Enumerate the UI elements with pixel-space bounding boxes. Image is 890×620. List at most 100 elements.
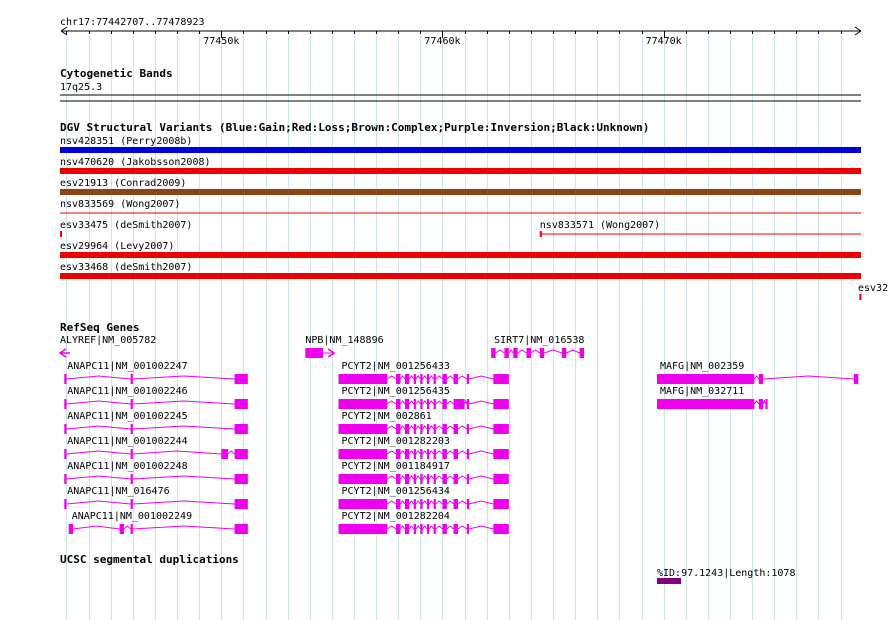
gene-exon	[433, 474, 436, 484]
gene-label: PCYT2|NM_001256435	[342, 386, 450, 397]
dgv-feature-label: nsv428351 (Perry2008b)	[60, 136, 192, 147]
gene-intron	[400, 425, 406, 430]
gene-exon	[64, 399, 67, 409]
gene-exon	[765, 399, 768, 409]
gene-intron	[468, 525, 494, 530]
gene-intron	[408, 475, 415, 480]
gene-exon	[513, 348, 518, 358]
gene-intron	[408, 525, 415, 530]
gene-label: PCYT2|NM_001282203	[342, 436, 450, 447]
dgv-feature-label: nsv470620 (Jakobsson2008)	[60, 157, 211, 168]
dgv-feature-label: esv32	[858, 283, 888, 294]
gene-label: MAFG|NM_002359	[660, 361, 744, 372]
gene-exon	[453, 499, 458, 509]
gene-intron	[400, 400, 406, 405]
gene-intron	[446, 525, 454, 530]
gene-intron	[495, 349, 505, 354]
gene-exon	[442, 499, 447, 509]
gene-intron	[415, 500, 421, 505]
gene-exon	[493, 424, 509, 434]
gene-exon	[64, 499, 67, 509]
gene-exon	[338, 524, 388, 534]
gene-exon	[130, 374, 133, 384]
gene-exon	[426, 374, 430, 384]
gene-intron	[386, 525, 397, 530]
gene-intron	[422, 375, 428, 380]
gene-exon	[234, 424, 248, 434]
segdup-bar	[657, 578, 682, 584]
gene-exon	[539, 348, 545, 358]
gene-exon	[130, 449, 133, 459]
gene-intron	[66, 425, 131, 430]
gene-exon	[130, 499, 133, 509]
gene-exon	[466, 524, 470, 534]
gene-exon	[426, 524, 430, 534]
gene-exon	[396, 449, 401, 459]
gene-exon	[234, 374, 248, 384]
gene-exon	[420, 449, 423, 459]
gene-intron	[428, 450, 435, 455]
gene-intron	[386, 450, 397, 455]
gene-intron	[428, 500, 435, 505]
gene-intron	[446, 475, 454, 480]
gene-exon	[758, 399, 764, 409]
gene-intron	[468, 375, 494, 380]
gene-exon	[442, 399, 447, 409]
location-label: chr17:77442707..77478923	[60, 17, 205, 28]
gene-intron	[400, 525, 406, 530]
gene-intron	[428, 475, 435, 480]
gene-intron	[66, 450, 131, 455]
gene-intron	[422, 475, 428, 480]
gene-intron	[66, 400, 131, 405]
gene-exon	[396, 499, 401, 509]
gene-exon	[453, 524, 458, 534]
ruler: chr17:77442707..77478923 77450k 77460k 774…	[60, 17, 862, 47]
gene-exon	[433, 399, 436, 409]
gene-exon	[453, 399, 465, 409]
gene-label: ANAPC11|NM_001002248	[67, 461, 187, 472]
gene-label: ANAPC11|NM_001002246	[67, 386, 187, 397]
gene-exon	[426, 474, 430, 484]
gene-exon	[338, 424, 388, 434]
dgv-feature-bar	[60, 147, 861, 153]
gene-exon	[453, 424, 458, 434]
gene-label: ANAPC11|NM_001002249	[72, 511, 192, 522]
gene-intron	[753, 375, 760, 380]
dgv-feature-label: nsv833571 (Wong2007)	[540, 220, 660, 231]
gene-label: ALYREF|NM_005782	[60, 335, 156, 346]
gene-intron	[132, 525, 235, 530]
gene-intron	[446, 425, 454, 430]
gene-exon	[338, 399, 388, 409]
gene-exon	[426, 449, 430, 459]
gene-exon	[396, 524, 401, 534]
dgv-feature-bar	[60, 189, 861, 195]
gene-exon	[234, 474, 248, 484]
gene-intron	[66, 475, 131, 480]
dgv-feature-bar	[60, 252, 861, 258]
gene-label: PCYT2|NM_001256433	[342, 361, 450, 372]
gene-intron	[435, 450, 443, 455]
gene-exon	[420, 399, 423, 409]
gene-exon	[404, 374, 410, 384]
gene-intron	[132, 375, 235, 380]
dgv-feature-label: esv29964 (Levy2007)	[60, 241, 174, 252]
gene-exon	[433, 449, 436, 459]
gene-intron	[408, 375, 415, 380]
dgv-feature-mark	[539, 231, 542, 237]
gene-intron	[435, 425, 443, 430]
gene-intron	[415, 400, 421, 405]
gene-exon	[433, 524, 436, 534]
gene-intron	[435, 400, 443, 405]
gene-exon	[493, 499, 509, 509]
gene-exon	[64, 474, 67, 484]
gene-intron	[415, 450, 421, 455]
gene-label: PCYT2|NM_002861	[342, 411, 432, 422]
gene-exon	[68, 524, 74, 534]
gene-intron	[428, 425, 435, 430]
gene-label: MAFG|NM_032711	[660, 386, 744, 397]
gene-exon	[396, 424, 401, 434]
gene-exon	[413, 374, 416, 384]
gene-exon	[413, 499, 416, 509]
gene-exon	[466, 399, 470, 409]
cytoband-track-title: Cytogenetic Bands	[60, 67, 173, 80]
